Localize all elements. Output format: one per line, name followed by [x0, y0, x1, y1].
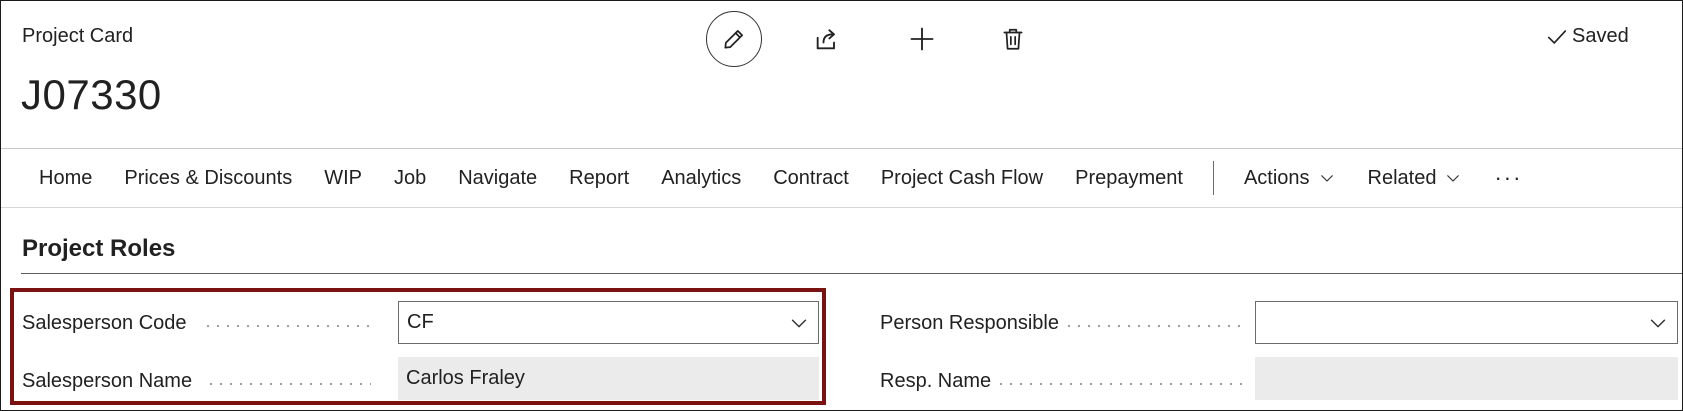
page-caption: Project Card	[22, 25, 134, 47]
menu-navigate[interactable]: Navigate	[442, 167, 553, 190]
delete-button[interactable]	[995, 21, 1031, 57]
plus-icon	[910, 27, 934, 51]
menu-project-cash-flow[interactable]: Project Cash Flow	[865, 167, 1059, 190]
menu-separator	[1212, 161, 1214, 195]
menu-actions[interactable]: Actions	[1228, 167, 1352, 190]
project-card-window: Project Card J07330 Saved Home Prices & …	[0, 0, 1683, 411]
person-responsible-field[interactable]	[1255, 301, 1678, 344]
leader-dots	[996, 383, 1246, 385]
menu-report[interactable]: Report	[553, 167, 645, 190]
menu-prices-discounts[interactable]: Prices & Discounts	[108, 167, 308, 190]
menu-related[interactable]: Related	[1352, 167, 1479, 190]
share-button[interactable]	[809, 21, 845, 57]
menu-analytics[interactable]: Analytics	[645, 167, 757, 190]
pencil-icon	[724, 30, 743, 49]
leader-dots	[1064, 325, 1246, 327]
section-title: Project Roles	[22, 235, 176, 262]
record-number: J07330	[21, 71, 162, 118]
menu-actions-label: Actions	[1243, 166, 1310, 189]
section-divider	[21, 273, 1682, 274]
person-responsible-label: Person Responsible	[880, 312, 1059, 334]
save-status: Saved	[1546, 25, 1629, 48]
resp-name-label: Resp. Name	[880, 370, 992, 392]
save-status-label: Saved	[1572, 25, 1629, 47]
menu-prepayment[interactable]: Prepayment	[1059, 167, 1199, 190]
action-bar-bottom-divider	[1, 207, 1682, 208]
chevron-down-icon	[1447, 175, 1460, 182]
action-bar: Home Prices & Discounts WIP Job Navigate…	[23, 149, 1538, 207]
more-options-button[interactable]: ···	[1478, 165, 1538, 191]
menu-home[interactable]: Home	[23, 167, 108, 190]
chevron-down-icon	[1320, 175, 1333, 182]
checkmark-icon	[1547, 29, 1567, 44]
resp-name-field	[1255, 357, 1678, 400]
highlight-box	[10, 288, 826, 405]
menu-contract[interactable]: Contract	[757, 167, 865, 190]
chevron-down-icon[interactable]	[1647, 312, 1669, 334]
share-icon	[816, 29, 835, 50]
menu-wip[interactable]: WIP	[308, 167, 378, 190]
menu-related-label: Related	[1367, 166, 1437, 189]
new-button[interactable]	[904, 21, 940, 57]
trash-icon	[1003, 28, 1023, 50]
edit-button[interactable]	[706, 11, 762, 67]
menu-job[interactable]: Job	[378, 167, 442, 190]
